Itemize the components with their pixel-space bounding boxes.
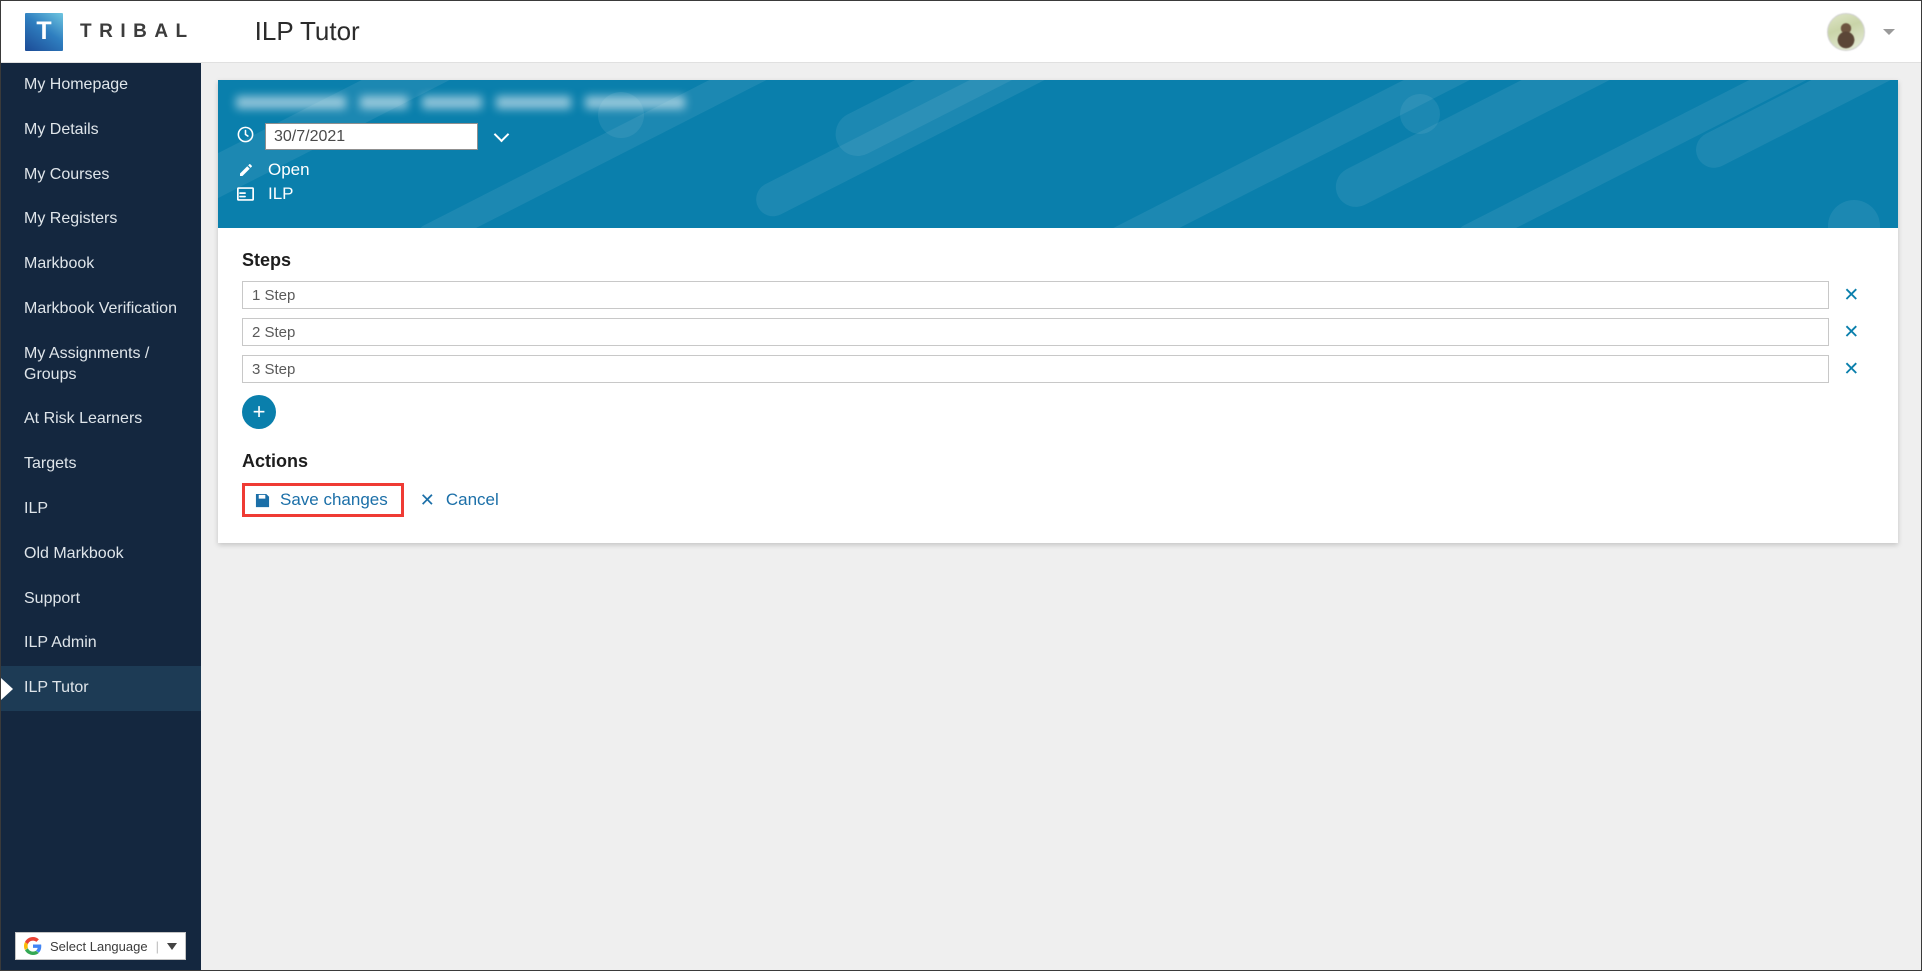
sidebar-item-my-courses[interactable]: My Courses <box>1 153 201 198</box>
status-row-type: ILP <box>236 184 1898 204</box>
save-changes-button[interactable]: Save changes <box>242 483 404 517</box>
sidebar-item-support[interactable]: Support <box>1 577 201 622</box>
sidebar-item-at-risk-learners[interactable]: At Risk Learners <box>1 397 201 442</box>
select-language-label: Select Language <box>50 938 148 954</box>
status-row-open: Open <box>236 160 1898 180</box>
card-body: Steps ✕ ✕ ✕ + Actions Save changes <box>218 228 1898 543</box>
page-title: ILP Tutor <box>254 16 360 46</box>
banner-content: Open ILP <box>218 80 1898 204</box>
sidebar-item-targets[interactable]: Targets <box>1 442 201 487</box>
redacted-learner-details <box>236 90 1898 114</box>
redacted-block <box>360 95 408 109</box>
delete-step-icon[interactable]: ✕ <box>1829 286 1874 305</box>
clock-icon <box>236 125 255 149</box>
step-row: ✕ <box>242 355 1874 383</box>
sidebar: My Homepage My Details My Courses My Regist… <box>1 63 201 970</box>
card-window-icon <box>236 187 255 201</box>
step-input[interactable] <box>242 355 1829 383</box>
step-row: ✕ <box>242 318 1874 346</box>
type-label: ILP <box>268 184 294 203</box>
sidebar-item-ilp-tutor[interactable]: ILP Tutor <box>1 666 201 711</box>
ilp-card: Open ILP Steps ✕ <box>218 80 1898 543</box>
actions-row: Save changes ✕ Cancel <box>242 483 1874 517</box>
chevron-down-icon[interactable] <box>1883 28 1895 35</box>
tribal-logo-icon[interactable]: T <box>25 12 63 51</box>
sidebar-item-markbook-verification[interactable]: Markbook Verification <box>1 287 201 332</box>
redacted-block <box>422 95 482 109</box>
redacted-block <box>585 95 685 109</box>
sidebar-item-my-details[interactable]: My Details <box>1 108 201 153</box>
sidebar-item-ilp-admin[interactable]: ILP Admin <box>1 621 201 666</box>
step-row: ✕ <box>242 281 1874 309</box>
avatar[interactable] <box>1827 12 1865 51</box>
content-area: Open ILP Steps ✕ <box>201 63 1921 970</box>
delete-step-icon[interactable]: ✕ <box>1829 360 1874 379</box>
sidebar-item-old-markbook[interactable]: Old Markbook <box>1 532 201 577</box>
cancel-button[interactable]: ✕ Cancel <box>420 490 499 510</box>
google-g-icon <box>24 937 42 955</box>
sidebar-item-my-homepage[interactable]: My Homepage <box>1 63 201 108</box>
user-menu[interactable] <box>1827 12 1895 51</box>
pencil-icon <box>236 162 255 178</box>
redacted-block <box>236 95 346 109</box>
select-language-widget[interactable]: Select Language | <box>15 932 186 960</box>
save-changes-label: Save changes <box>280 490 388 509</box>
date-selector[interactable] <box>236 123 1898 150</box>
sidebar-item-markbook[interactable]: Markbook <box>1 242 201 287</box>
separator: | <box>155 938 159 954</box>
delete-step-icon[interactable]: ✕ <box>1829 323 1874 342</box>
plus-icon: + <box>252 399 266 424</box>
chevron-down-icon[interactable] <box>493 126 510 143</box>
caret-down-icon[interactable] <box>166 942 177 950</box>
cancel-label: Cancel <box>445 490 499 509</box>
logo-letter: T <box>36 17 52 45</box>
floppy-disk-icon <box>255 493 270 508</box>
sidebar-item-ilp[interactable]: ILP <box>1 487 201 532</box>
record-banner: Open ILP <box>218 80 1898 228</box>
app-window: T TRIBAL ILP Tutor My Homepage My Details… <box>0 0 1922 971</box>
sidebar-item-my-assignments-groups[interactable]: My Assignments / Groups <box>1 332 201 398</box>
steps-list: ✕ ✕ ✕ <box>242 281 1874 383</box>
sidebar-item-my-registers[interactable]: My Registers <box>1 197 201 242</box>
step-input[interactable] <box>242 281 1829 309</box>
step-input[interactable] <box>242 318 1829 346</box>
redacted-block <box>496 95 571 109</box>
add-step-button[interactable]: + <box>242 395 276 429</box>
close-x-icon: ✕ <box>419 490 435 510</box>
status-label: Open <box>268 160 310 179</box>
top-bar: T TRIBAL ILP Tutor <box>1 1 1921 63</box>
steps-heading: Steps <box>242 250 292 270</box>
sidebar-nav: My Homepage My Details My Courses My Regist… <box>1 63 201 711</box>
date-input[interactable] <box>265 123 478 150</box>
brand-wordmark: TRIBAL <box>80 20 195 42</box>
actions-heading: Actions <box>242 451 309 471</box>
